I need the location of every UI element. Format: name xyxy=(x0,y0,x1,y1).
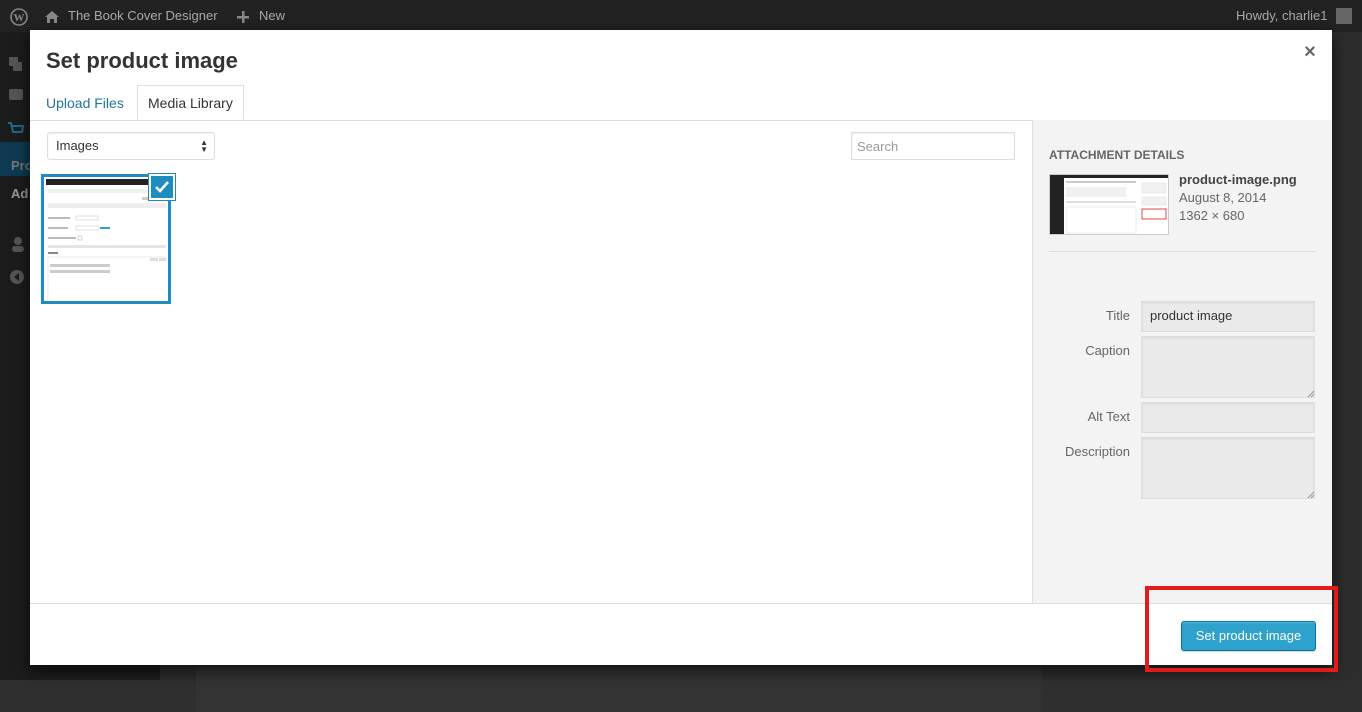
media-router: Upload Files Media Library xyxy=(30,85,1332,121)
cart-icon[interactable] xyxy=(0,114,30,144)
new-content-link[interactable]: New xyxy=(259,0,285,32)
menu-label-add[interactable]: Ad xyxy=(11,186,28,201)
details-divider xyxy=(1049,251,1316,252)
collapse-icon[interactable] xyxy=(0,264,30,294)
account-greeting[interactable]: Howdy, charlie1 xyxy=(1236,0,1328,32)
media-modal: Set product image × Upload Files Media L… xyxy=(30,30,1332,665)
media-type-filter[interactable]: Images ▲ ▼ xyxy=(47,132,215,160)
checkmark-icon xyxy=(155,181,169,193)
plus-icon xyxy=(236,0,250,32)
attachment-details-heading: Attachment Details xyxy=(1049,148,1185,162)
description-field[interactable] xyxy=(1141,437,1315,499)
woo-icon[interactable] xyxy=(0,80,30,110)
tab-upload-files[interactable]: Upload Files xyxy=(36,85,134,120)
modal-footer-toolbar: Set product image xyxy=(30,603,1332,665)
description-resize-handle-icon[interactable] xyxy=(1307,491,1315,499)
attachment-details-sidebar: Attachment Details product-image.png Aug… xyxy=(1032,120,1332,603)
svg-text:W: W xyxy=(14,12,25,24)
attachment-filename: product-image.png xyxy=(1179,172,1297,187)
alt-text-label: Alt Text xyxy=(1087,409,1130,424)
attachment-thumbnail[interactable] xyxy=(41,174,175,304)
select-arrows-icon: ▲ ▼ xyxy=(200,138,208,154)
menu-icon-1[interactable] xyxy=(0,50,30,80)
attachment-preview xyxy=(46,179,166,299)
users-icon[interactable] xyxy=(0,230,30,260)
filter-selected-value: Images xyxy=(56,138,99,153)
site-name-link[interactable]: The Book Cover Designer xyxy=(68,0,218,32)
attachment-dimensions: 1362 × 680 xyxy=(1179,208,1245,223)
caption-field[interactable] xyxy=(1141,336,1315,398)
title-field[interactable]: product image xyxy=(1141,301,1315,332)
search-input[interactable] xyxy=(851,132,1015,160)
close-icon[interactable]: × xyxy=(1298,40,1322,64)
admin-bar: W The Book Cover Designer New Howdy, cha… xyxy=(0,0,1362,32)
home-icon xyxy=(44,0,60,32)
tab-media-library[interactable]: Media Library xyxy=(137,85,244,120)
details-thumbnail xyxy=(1049,174,1169,235)
set-product-image-button[interactable]: Set product image xyxy=(1181,621,1316,651)
modal-title: Set product image xyxy=(46,48,238,73)
underlying-column xyxy=(196,667,1042,712)
caption-label: Caption xyxy=(1085,343,1130,358)
wordpress-logo-icon[interactable]: W xyxy=(10,0,28,32)
avatar[interactable] xyxy=(1336,8,1352,24)
title-label: Title xyxy=(1105,308,1130,323)
selected-check-button[interactable] xyxy=(149,174,175,200)
attachment-date: August 8, 2014 xyxy=(1179,190,1267,205)
description-label: Description xyxy=(1064,444,1130,459)
caption-resize-handle-icon[interactable] xyxy=(1307,390,1315,398)
alt-text-field[interactable] xyxy=(1141,402,1315,433)
